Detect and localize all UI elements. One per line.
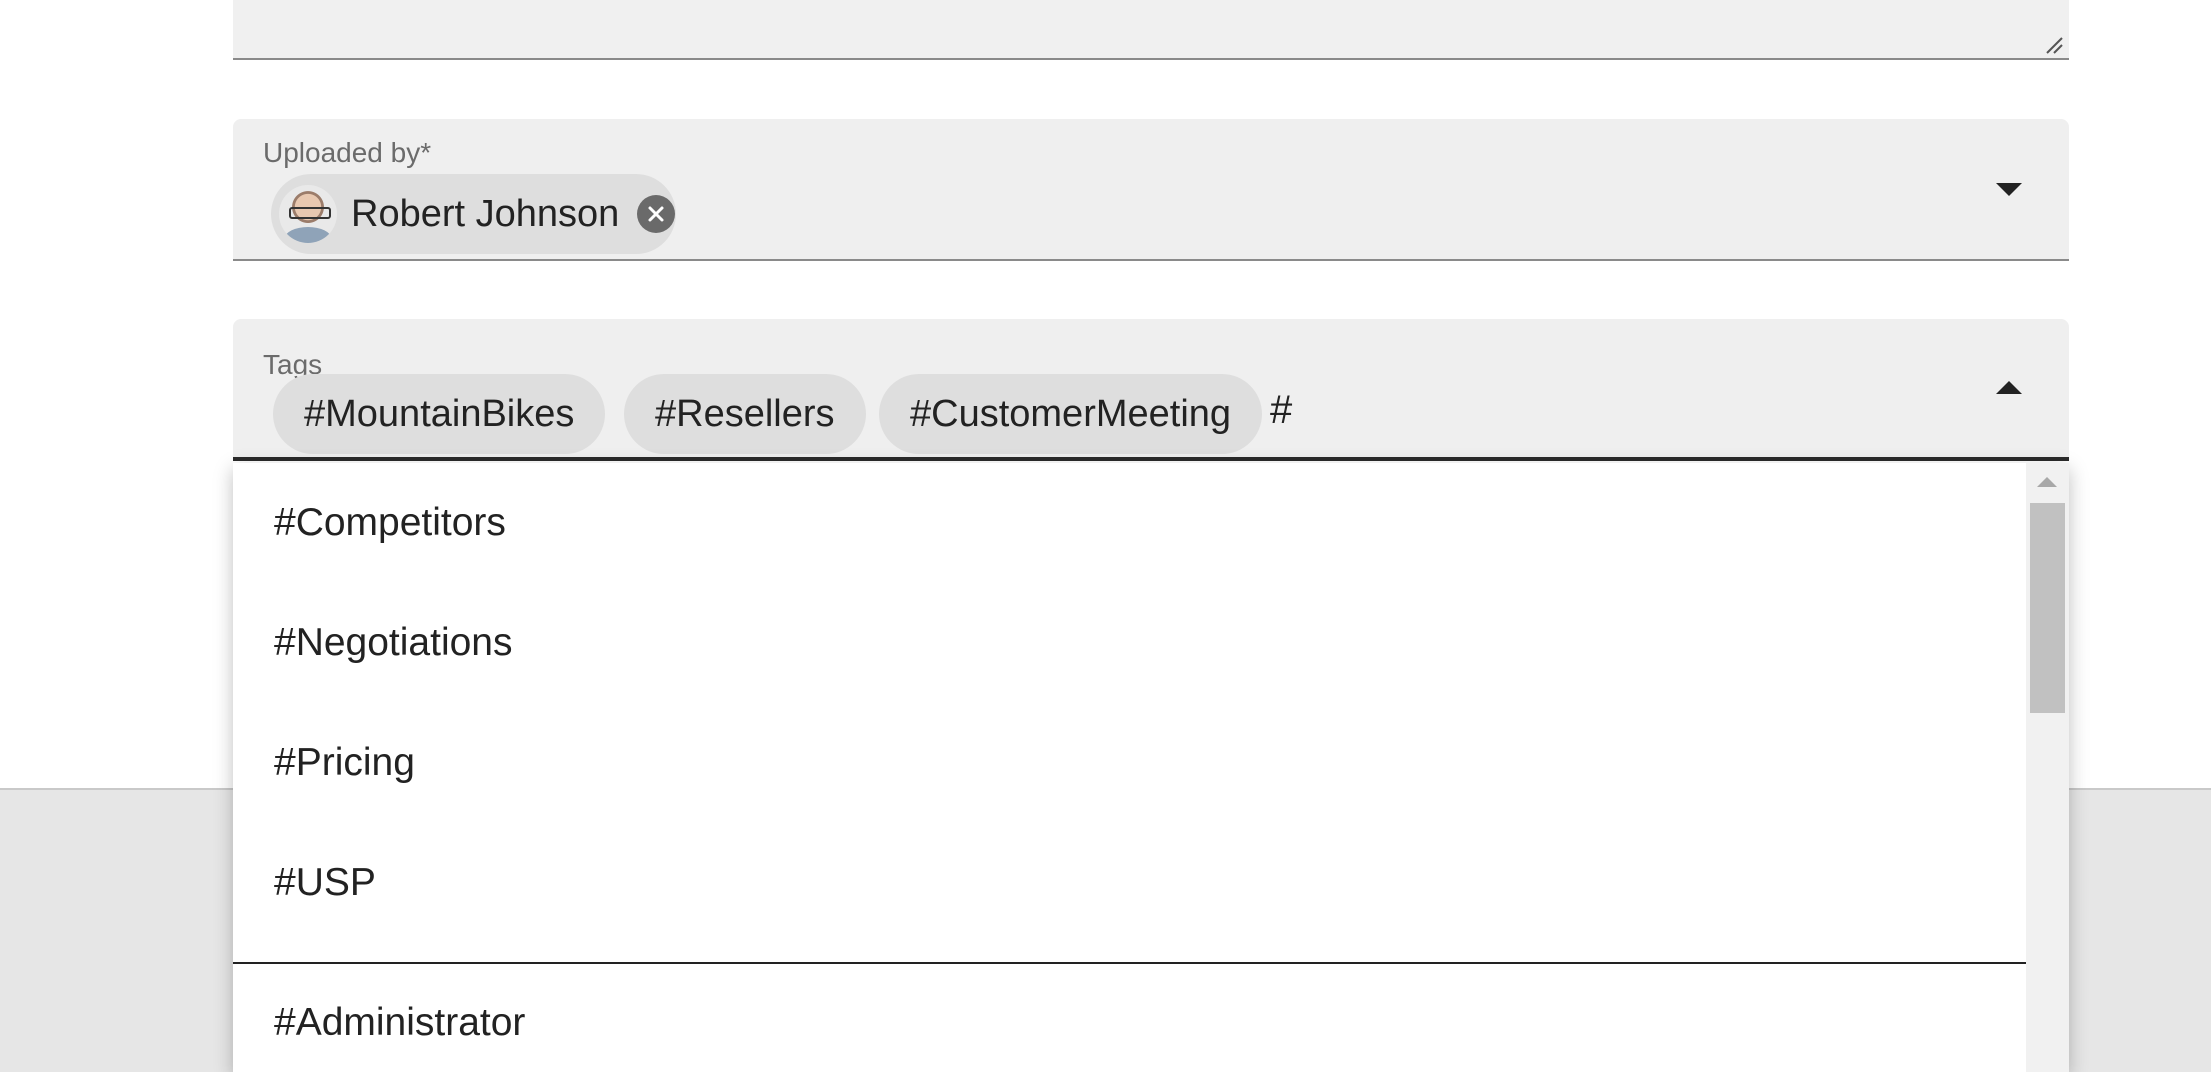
resize-handle-icon[interactable] [2043,34,2063,54]
tag-chip[interactable]: #CustomerMeeting [879,374,1263,454]
uploaded-by-label: Uploaded by* [263,137,432,168]
description-textarea[interactable] [233,0,2069,60]
user-avatar [279,185,337,243]
caret-down-icon[interactable] [1996,183,2022,196]
scrollbar-thumb[interactable] [2030,503,2065,713]
close-circle-icon[interactable] [637,195,676,233]
tag-option[interactable]: #Competitors [233,463,2026,583]
tag-option[interactable]: #USP [233,823,2026,943]
scroll-up-arrow-icon[interactable] [2037,477,2057,487]
tag-option[interactable]: #Negotiations [233,583,2026,703]
uploaded-by-field[interactable]: Uploaded by* Robert Johnson [233,119,2069,261]
caret-up-icon[interactable] [1996,381,2022,394]
tags-dropdown-list: #Competitors #Negotiations #Pricing #USP… [233,463,2069,1072]
tag-chip[interactable]: #Resellers [624,374,866,454]
tag-chip[interactable]: #MountainBikes [273,374,606,454]
dropdown-scrollbar[interactable] [2026,463,2069,1072]
tags-input[interactable] [1270,385,1970,435]
tags-field[interactable]: Tags #MountainBikes #Resellers #Customer… [233,319,2069,461]
selected-user-chip[interactable]: Robert Johnson [271,174,676,254]
tag-option[interactable]: #Pricing [233,703,2026,823]
selected-user-name: Robert Johnson [351,192,620,235]
tag-option[interactable]: #Administrator [233,963,2026,1072]
